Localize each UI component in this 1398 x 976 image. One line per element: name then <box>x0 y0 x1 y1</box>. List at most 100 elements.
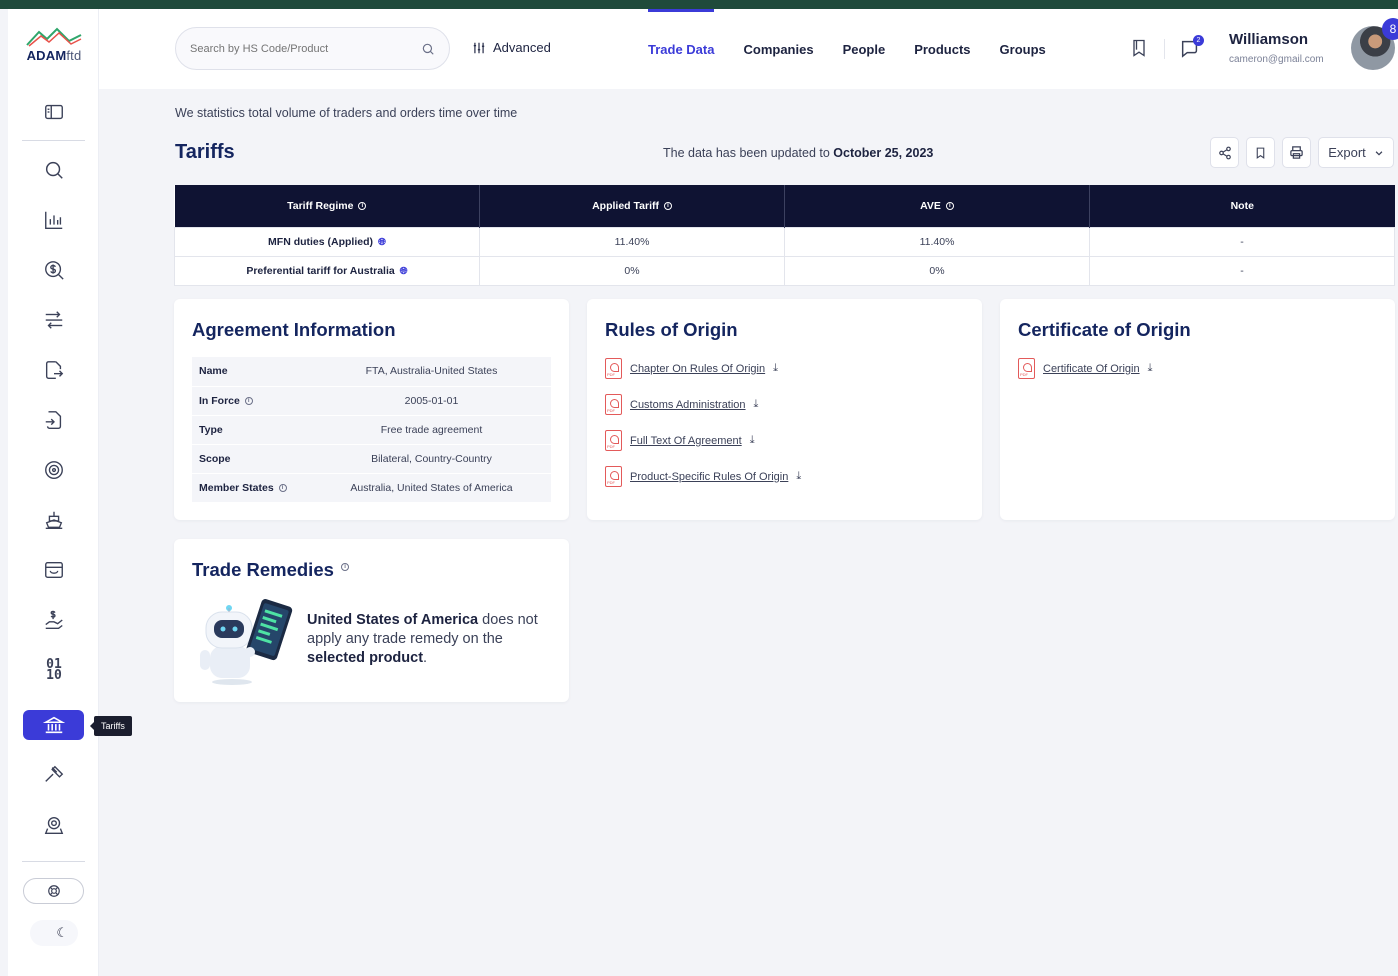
panel-icon[interactable] <box>30 95 78 129</box>
column-header: Applied Tariff i <box>479 185 785 227</box>
search-input[interactable] <box>190 42 421 55</box>
logo-brand: ADAM <box>26 48 67 63</box>
bank-icon[interactable] <box>23 710 84 740</box>
download-icon[interactable]: ⤓ <box>750 434 755 447</box>
print-icon <box>1290 146 1303 159</box>
agreement-value: 2005-01-01 <box>312 386 551 416</box>
transfer-icon[interactable] <box>30 303 78 337</box>
rules-title: Rules of Origin <box>605 319 738 340</box>
document-link[interactable]: Customs Administration⤓ <box>605 394 758 415</box>
search-icon[interactable] <box>421 42 435 56</box>
table-cell: 11.40% <box>479 226 785 257</box>
trade-remedies-card: Trade Remedies i United States of Americ… <box>174 539 569 702</box>
gavel-icon[interactable] <box>30 758 78 792</box>
tariff-table: Tariff Regime i Applied Tariff i AVE i N… <box>174 185 1395 286</box>
info-icon[interactable]: i <box>358 201 367 210</box>
info-icon[interactable]: i <box>278 483 287 492</box>
agreement-table: Name FTA, Australia-United States In Forc… <box>192 357 551 503</box>
column-header: Note <box>1089 185 1395 227</box>
certificate-card: Certificate of Origin Certificate Of Ori… <box>1000 299 1395 520</box>
updated-prefix: The data has been updated to <box>663 146 830 160</box>
notification-badge[interactable]: 8 <box>1382 18 1398 40</box>
info-icon[interactable]: i <box>341 563 350 571</box>
bookmark-icon[interactable] <box>1129 37 1149 64</box>
info-icon[interactable]: i <box>945 201 954 210</box>
ship-icon[interactable] <box>30 503 78 537</box>
store-icon[interactable] <box>30 553 78 587</box>
nav-groups[interactable]: Groups <box>1000 9 1046 89</box>
print-button[interactable] <box>1282 137 1311 168</box>
sidebar: ADAMftd 01 10 ☾ <box>8 9 99 976</box>
support-button[interactable] <box>23 878 84 904</box>
nav-people[interactable]: People <box>843 9 886 89</box>
column-header: AVE i <box>784 185 1090 227</box>
download-icon[interactable]: ⤓ <box>773 362 778 375</box>
sidebar-tooltip: Tariffs <box>90 716 132 736</box>
chat-icon[interactable]: 2 <box>1179 35 1204 64</box>
header-divider <box>1164 39 1165 59</box>
agreement-title: Agreement Information <box>192 319 396 340</box>
pdf-icon <box>605 394 622 415</box>
export-button[interactable]: Export <box>1318 137 1394 168</box>
dollar-search-icon[interactable] <box>30 253 78 287</box>
file-import-icon[interactable] <box>30 403 78 437</box>
nav-products[interactable]: Products <box>914 9 970 89</box>
share-button[interactable] <box>1210 137 1239 168</box>
theme-toggle[interactable]: ☾ <box>30 920 78 946</box>
sidebar-divider-bottom <box>22 861 85 862</box>
globe-icon[interactable]: 🌐︎ <box>378 237 386 248</box>
search-box[interactable] <box>175 27 450 70</box>
download-icon[interactable]: ⤓ <box>754 398 759 411</box>
page-subtitle: We statistics total volume of traders an… <box>175 106 518 120</box>
nav-companies[interactable]: Companies <box>743 9 813 89</box>
bar-chart-icon[interactable] <box>30 203 78 237</box>
certificate-title: Certificate of Origin <box>1018 319 1191 340</box>
table-cell-regime: Preferential tariff for Australia 🌐︎ <box>174 255 480 286</box>
user-name[interactable]: Williamson <box>1229 31 1308 48</box>
target-icon[interactable] <box>30 453 78 487</box>
file-export-icon[interactable] <box>30 353 78 387</box>
sliders-icon <box>473 42 485 53</box>
rules-card: Rules of Origin Chapter On Rules Of Orig… <box>587 299 982 520</box>
table-row: Preferential tariff for Australia 🌐︎ 0% … <box>174 255 1395 286</box>
download-icon[interactable]: ⤓ <box>1148 362 1153 375</box>
bookmark-icon <box>1256 147 1265 159</box>
updated-date: October 25, 2023 <box>833 146 934 160</box>
agreement-value: FTA, Australia-United States <box>312 357 551 387</box>
lifebuoy-icon <box>47 885 60 897</box>
save-button[interactable] <box>1246 137 1275 168</box>
binary-icon[interactable]: 01 10 <box>30 653 78 687</box>
chevron-down-icon <box>1375 150 1383 156</box>
agreement-value: Australia, United States of America <box>312 473 551 503</box>
agreement-value: Free trade agreement <box>312 415 551 445</box>
download-icon[interactable]: ⤓ <box>796 470 801 483</box>
table-cell: 0% <box>479 255 785 286</box>
logo-mountain-icon <box>26 27 82 47</box>
info-icon[interactable]: i <box>663 201 672 210</box>
nav-trade-data[interactable]: Trade Data <box>648 9 715 89</box>
document-link[interactable]: Certificate Of Origin⤓ <box>1018 358 1152 379</box>
table-cell: - <box>1089 226 1395 257</box>
main-nav: Trade Data Companies People Products Gro… <box>648 9 1046 89</box>
table-cell: 11.40% <box>784 226 1090 257</box>
trade-remedies-message: United States of America does not apply … <box>307 612 538 666</box>
info-icon[interactable]: i <box>244 396 253 405</box>
search-icon[interactable] <box>30 153 78 187</box>
location-icon[interactable] <box>30 808 78 842</box>
pdf-icon <box>1018 358 1035 379</box>
agreement-key: Name <box>192 357 312 387</box>
advanced-search-button[interactable]: Advanced <box>472 40 551 55</box>
globe-icon[interactable]: 🌐︎ <box>400 266 408 277</box>
table-row: MFN duties (Applied) 🌐︎ 11.40% 11.40% - <box>174 226 1395 257</box>
advanced-label: Advanced <box>493 40 551 55</box>
sidebar-divider <box>22 140 85 141</box>
logo[interactable]: ADAMftd <box>24 27 84 63</box>
document-link[interactable]: Full Text Of Agreement⤓ <box>605 430 755 451</box>
trade-remedies-title: Trade Remedies i <box>192 559 350 581</box>
document-link[interactable]: Chapter On Rules Of Origin⤓ <box>605 358 778 379</box>
table-row: Member States i Australia, United States … <box>192 473 551 503</box>
hand-dollar-icon[interactable] <box>30 603 78 637</box>
document-link[interactable]: Product-Specific Rules Of Origin⤓ <box>605 466 801 487</box>
user-email: cameron@gmail.com <box>1229 54 1324 65</box>
logo-suffix: ftd <box>66 48 82 63</box>
